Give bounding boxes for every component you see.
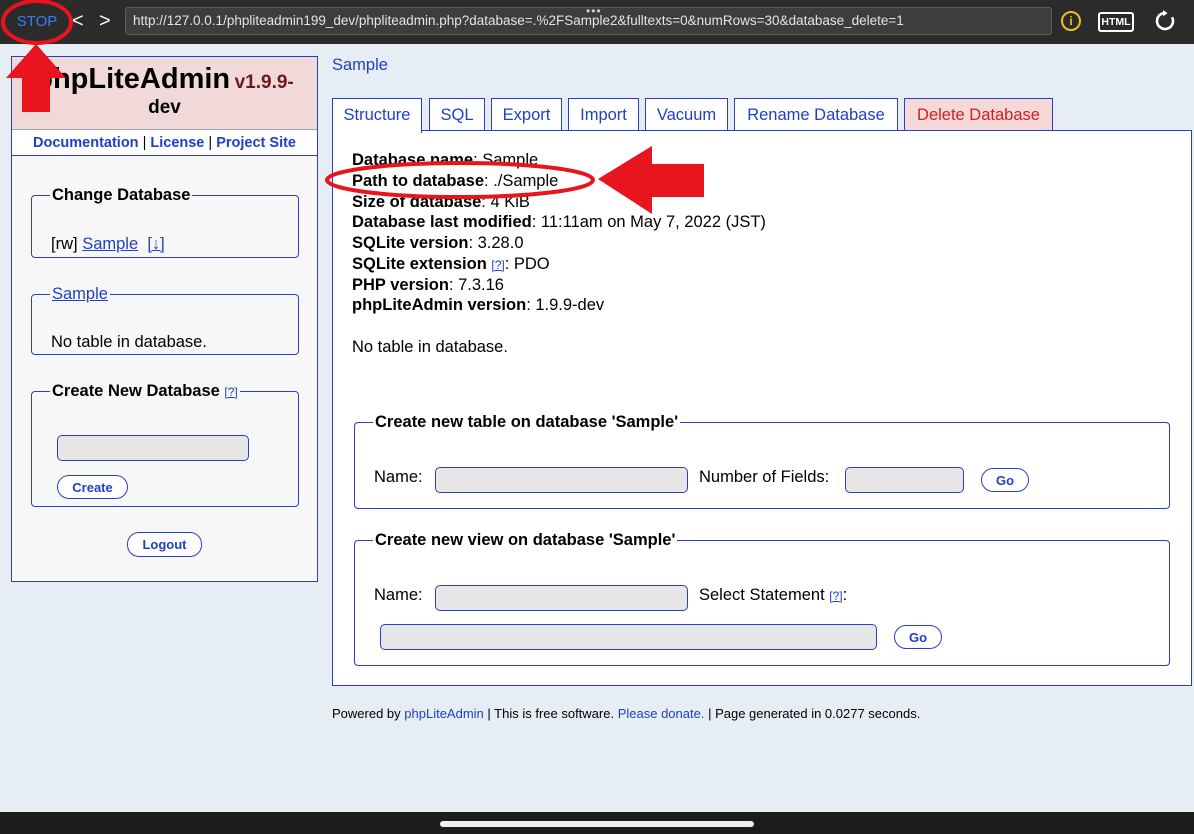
colon: : xyxy=(842,586,848,604)
home-indicator-bar[interactable] xyxy=(440,821,754,827)
info-path: Path to database: ./Sample xyxy=(352,172,558,191)
info-size: Size of database: 4 KiB xyxy=(352,193,530,212)
select-statement-label: Select Statement [?]: xyxy=(699,586,847,605)
project-site-link[interactable]: Project Site xyxy=(216,135,296,151)
create-database-title: Create New Database xyxy=(52,382,220,400)
create-table-go-button[interactable]: Go xyxy=(981,468,1029,492)
info-label: SQLite extension xyxy=(352,255,487,273)
table-list-box: Sample No table in database. xyxy=(31,285,299,355)
info-icon[interactable]: i xyxy=(1061,11,1081,31)
tab-import[interactable]: Import xyxy=(568,98,639,131)
donate-link[interactable]: Please donate. xyxy=(618,706,705,721)
back-button[interactable]: < xyxy=(72,8,84,34)
info-value: : 1.9.9-dev xyxy=(526,296,605,314)
info-value: : 3.28.0 xyxy=(468,234,524,252)
db-mode: [rw] xyxy=(51,235,78,253)
info-label: Database name xyxy=(352,151,474,169)
help-icon[interactable]: [?] xyxy=(491,258,504,272)
info-value: : PDO xyxy=(504,255,550,273)
table-list-legend: Sample xyxy=(50,285,110,304)
tab-delete-database[interactable]: Delete Database xyxy=(904,98,1053,131)
info-sqlite-extension: SQLite extension [?]: PDO xyxy=(352,255,550,274)
tab-rename-database[interactable]: Rename Database xyxy=(734,98,898,131)
no-table-text: No table in database. xyxy=(51,333,207,351)
info-php-version: PHP version: 7.3.16 xyxy=(352,276,504,295)
phpliteadmin-link[interactable]: phpLiteAdmin xyxy=(404,706,484,721)
logout-button[interactable]: Logout xyxy=(127,532,202,557)
sidebar-body: Change Database [rw] Sample [↓] Sample N… xyxy=(12,156,317,580)
no-table-message: No table in database. xyxy=(352,338,508,356)
info-phpliteadmin-version: phpLiteAdmin version: 1.9.9-dev xyxy=(352,296,604,315)
sample-db-link[interactable]: Sample xyxy=(52,285,108,303)
stop-button[interactable]: STOP xyxy=(6,7,68,37)
view-name-label: Name: xyxy=(374,586,423,604)
change-database-box: Change Database [rw] Sample [↓] xyxy=(31,186,299,258)
select-statement-input[interactable] xyxy=(380,624,877,650)
create-view-legend: Create new view on database 'Sample' xyxy=(375,531,676,549)
logo-version-suffix: dev xyxy=(148,97,181,118)
html-source-icon[interactable]: HTML xyxy=(1098,12,1134,32)
drag-handle[interactable]: ••• xyxy=(586,5,602,17)
reload-icon[interactable] xyxy=(1153,9,1177,33)
logo[interactable]: phpLiteAdmin v1.9.9- dev xyxy=(12,57,317,130)
new-database-input[interactable] xyxy=(57,435,249,461)
table-name-label: Name: xyxy=(374,468,423,486)
info-label: phpLiteAdmin version xyxy=(352,296,527,314)
tab-sql[interactable]: SQL xyxy=(429,98,485,131)
logo-version: v1.9.9- xyxy=(234,72,294,93)
create-view-box: Create new view on database 'Sample' Nam… xyxy=(354,531,1170,666)
help-icon[interactable]: [?] xyxy=(829,589,842,603)
create-database-legend: Create New Database [?] xyxy=(50,382,240,401)
info-label: SQLite version xyxy=(352,234,469,252)
info-value: : ./Sample xyxy=(484,172,559,190)
info-value: : 11:11am on May 7, 2022 (JST) xyxy=(531,213,766,231)
info-value: : Sample xyxy=(473,151,539,169)
forward-button[interactable]: > xyxy=(99,8,111,34)
logo-name: phpLiteAdmin xyxy=(35,63,231,95)
info-label: Path to database xyxy=(352,172,485,190)
number-of-fields-input[interactable] xyxy=(845,467,964,493)
tab-structure[interactable]: Structure xyxy=(332,98,422,133)
table-name-input[interactable] xyxy=(435,467,688,493)
info-sqlite-version: SQLite version: 3.28.0 xyxy=(352,234,524,253)
info-last-modified: Database last modified: 11:11am on May 7… xyxy=(352,213,766,232)
info-value: : 7.3.16 xyxy=(448,276,504,294)
breadcrumb[interactable]: Sample xyxy=(332,56,388,75)
info-database-name: Database name: Sample xyxy=(352,151,538,170)
number-of-fields-label: Number of Fields: xyxy=(699,468,830,486)
documentation-link[interactable]: Documentation xyxy=(33,135,139,151)
create-view-go-button[interactable]: Go xyxy=(894,625,942,649)
info-label: Database last modified xyxy=(352,213,532,231)
license-link[interactable]: License xyxy=(150,135,204,151)
browser-toolbar: STOP < > http://127.0.0.1/phpliteadmin19… xyxy=(0,0,1194,44)
change-database-legend: Change Database xyxy=(52,186,191,204)
sidebar-links: Documentation | License | Project Site xyxy=(12,130,317,156)
create-table-legend: Create new table on database 'Sample' xyxy=(375,413,679,431)
view-name-input[interactable] xyxy=(435,585,688,611)
create-table-box: Create new table on database 'Sample' Na… xyxy=(354,413,1170,509)
footer-powered: Powered by xyxy=(332,706,401,721)
info-value: : 4 KiB xyxy=(481,193,530,211)
tab-export[interactable]: Export xyxy=(491,98,562,131)
db-download-link[interactable]: [↓] xyxy=(147,235,164,253)
info-label: PHP version xyxy=(352,276,449,294)
link-separator: | xyxy=(142,135,147,151)
db-link-sample[interactable]: Sample xyxy=(82,235,138,253)
select-statement-text: Select Statement xyxy=(699,586,825,604)
main-content: Database name: Sample Path to database: … xyxy=(332,130,1192,686)
footer-generated: | Page generated in 0.0277 seconds. xyxy=(708,706,921,721)
link-separator: | xyxy=(208,135,213,151)
home-indicator xyxy=(0,812,1194,834)
create-database-button[interactable]: Create xyxy=(57,475,128,499)
footer: Powered by phpLiteAdmin | This is free s… xyxy=(332,706,920,721)
help-icon[interactable]: [?] xyxy=(224,385,237,399)
sidebar: phpLiteAdmin v1.9.9- dev Documentation |… xyxy=(11,56,318,582)
footer-free: | This is free software. xyxy=(487,706,615,721)
db-entry: [rw] Sample [↓] xyxy=(51,235,165,254)
tab-vacuum[interactable]: Vacuum xyxy=(645,98,728,131)
info-label: Size of database xyxy=(352,193,482,211)
create-database-box: Create New Database [?] Create xyxy=(31,382,299,507)
